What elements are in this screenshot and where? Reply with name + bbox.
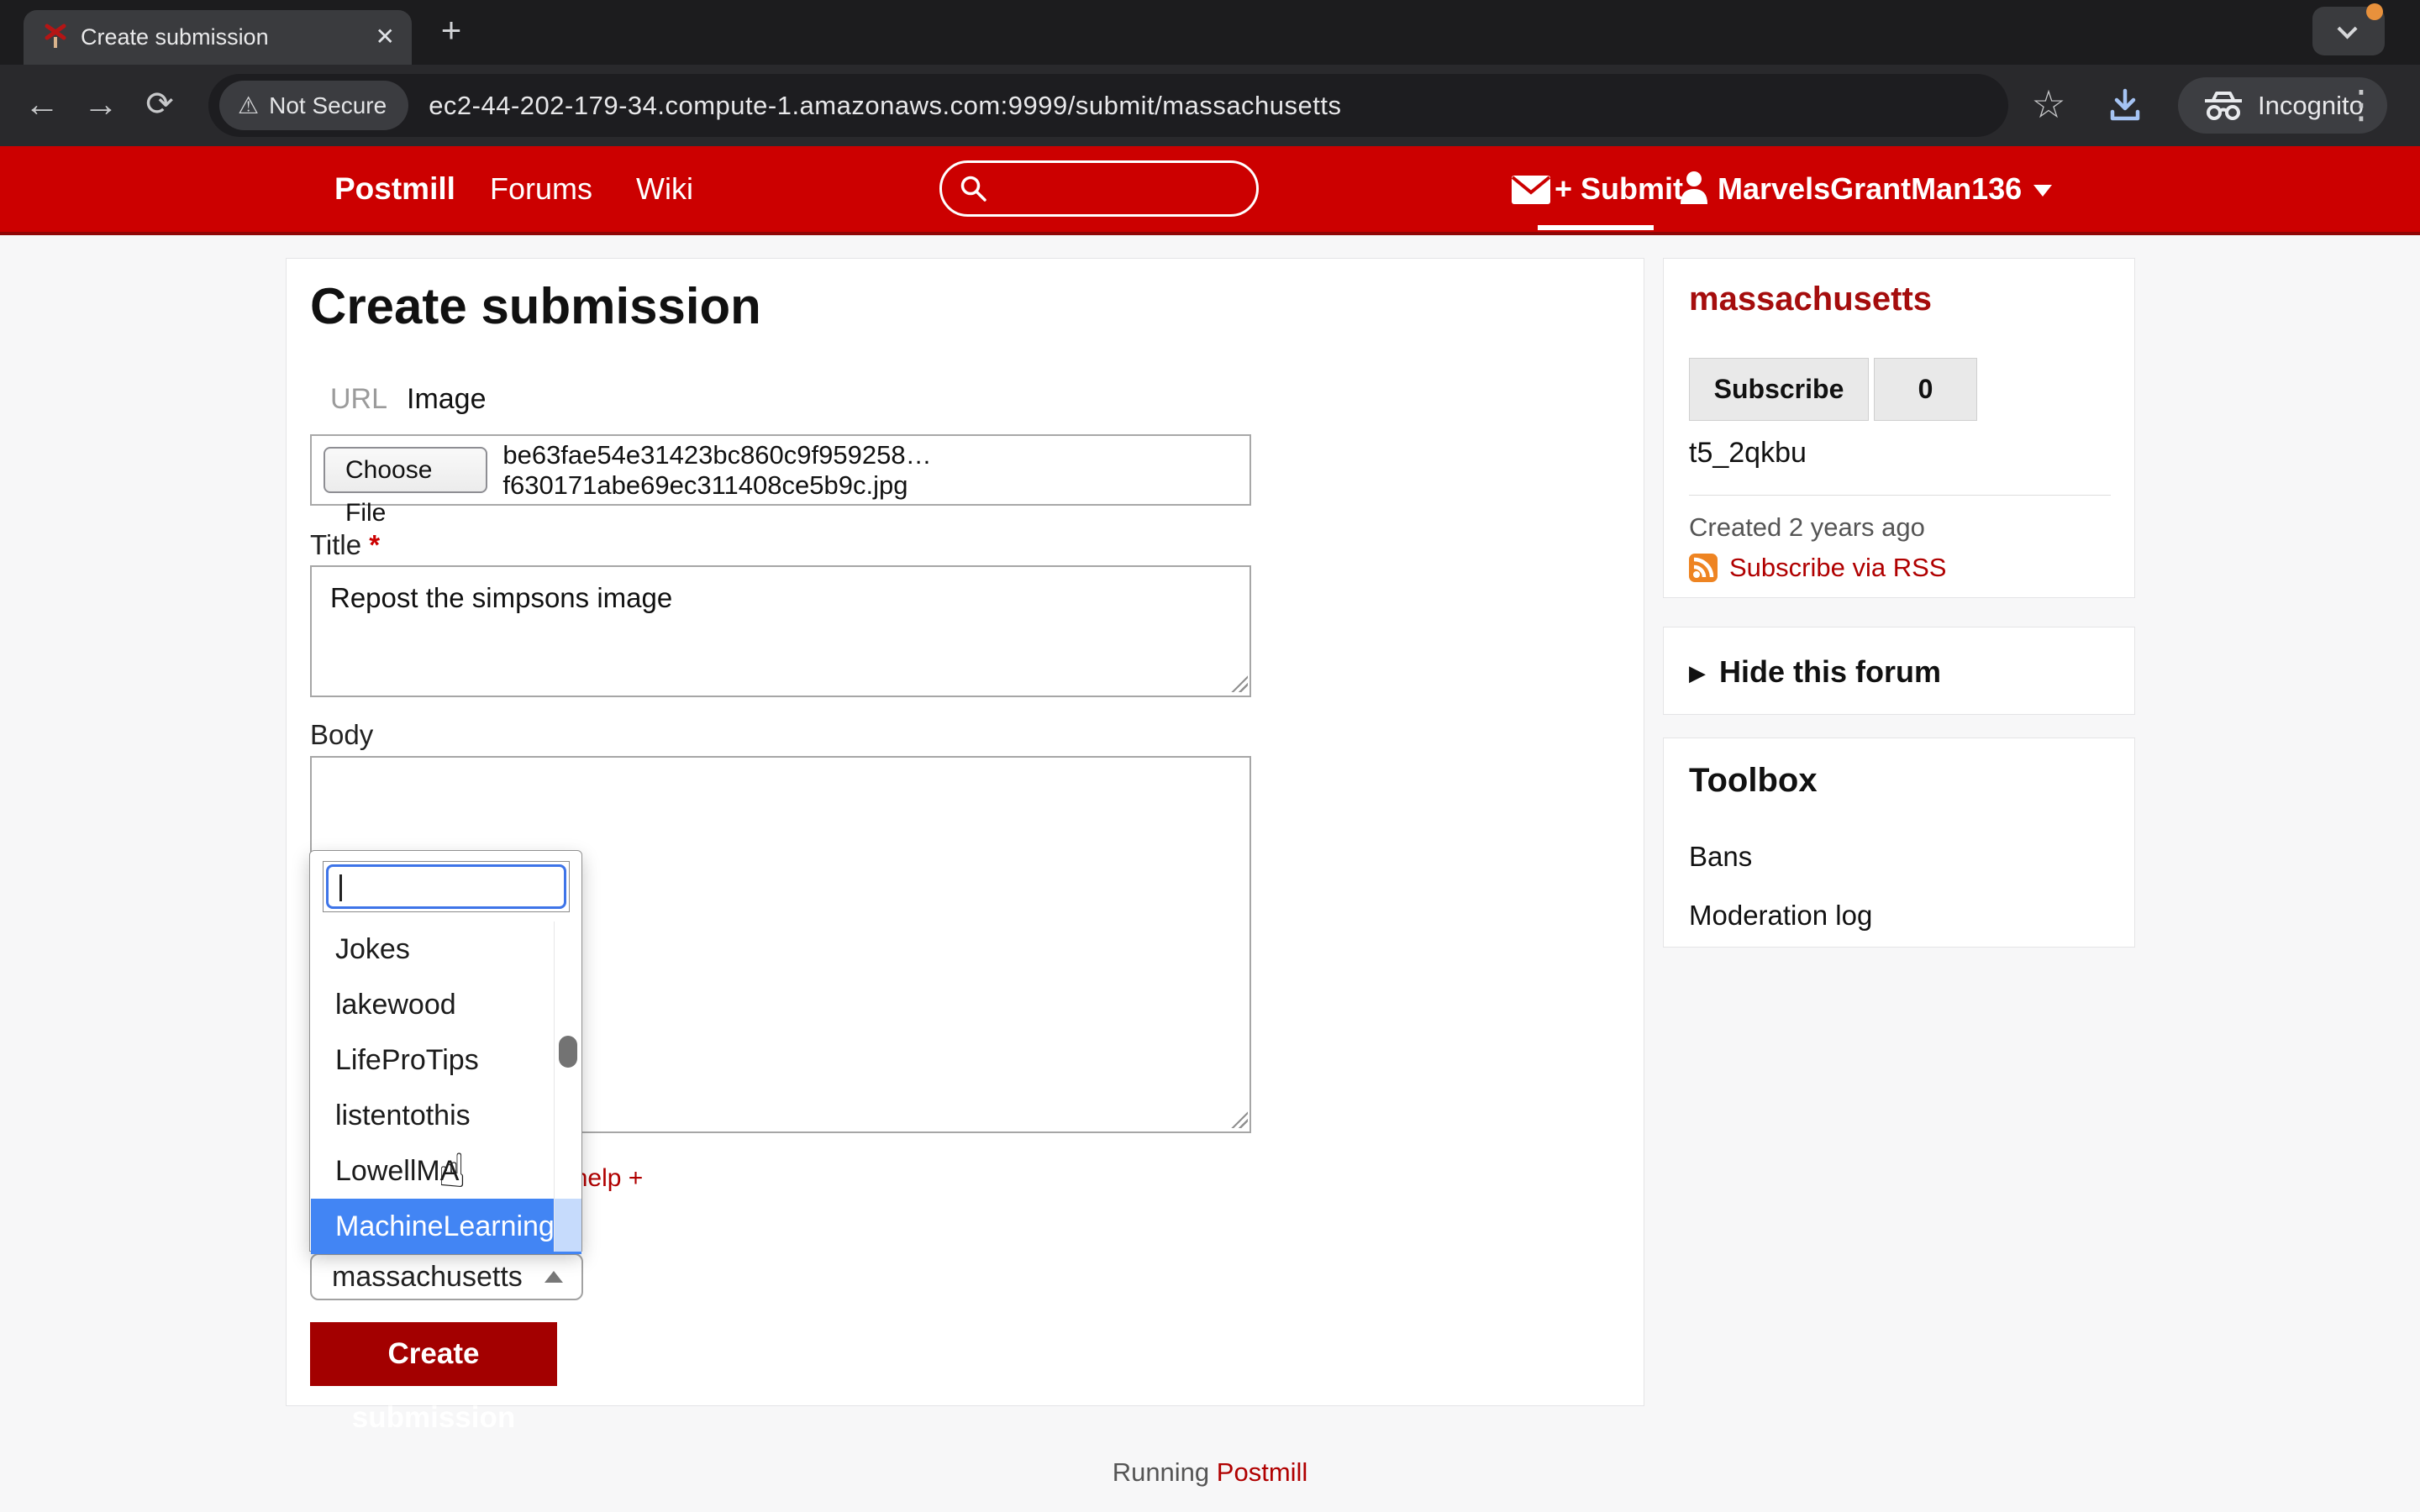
bookmark-star-icon[interactable]: ☆ <box>2023 65 2074 146</box>
username: MarvelsGrantMan136 <box>1718 171 2022 206</box>
choose-file-button[interactable]: Choose File <box>324 447 487 493</box>
submit-label: Submit <box>1581 171 1683 206</box>
caret-down-icon <box>2033 185 2052 197</box>
browser-tab-strip: Create submission ✕ + <box>0 0 2420 65</box>
footer-running: Running <box>1113 1457 1209 1487</box>
divider <box>1689 495 2111 496</box>
security-label: Not Secure <box>269 92 387 119</box>
image-file-input[interactable]: Choose File be63fae54e31423bc860c9f95925… <box>310 434 1251 506</box>
dropdown-search-field[interactable] <box>323 861 570 912</box>
title-textarea[interactable]: Repost the simpsons image <box>310 565 1251 697</box>
plus-icon: + <box>1555 171 1572 206</box>
site-navbar: Postmill Forums Wiki + Submit MarvelsGra… <box>0 146 2420 235</box>
dropdown-option[interactable]: listentothis <box>311 1088 581 1143</box>
rss-icon <box>1689 554 1718 582</box>
title-label: Title * <box>310 529 380 561</box>
chevron-down-icon <box>2337 18 2357 39</box>
tab-url[interactable]: URL <box>330 383 387 415</box>
resize-handle-icon[interactable] <box>1229 1110 1248 1128</box>
tab-close-icon[interactable]: ✕ <box>376 10 395 65</box>
new-tab-button[interactable]: + <box>426 7 476 57</box>
select-arrow-up-icon <box>544 1271 563 1283</box>
browser-tab[interactable]: Create submission ✕ <box>24 10 412 65</box>
forum-id: t5_2qkbu <box>1689 437 1807 470</box>
dropdown-option[interactable]: lakewood <box>311 977 581 1032</box>
dropdown-option[interactable]: Jokes <box>311 921 581 977</box>
text-caret <box>339 874 342 901</box>
nav-wiki-link[interactable]: Wiki <box>636 146 693 232</box>
dropdown-search-focus-ring <box>326 864 566 909</box>
subscribe-button[interactable]: Subscribe <box>1689 358 1869 421</box>
rss-label: Subscribe via RSS <box>1729 553 1946 583</box>
reload-icon[interactable]: ⟳ <box>134 65 185 146</box>
disclosure-triangle-icon: ▶ <box>1689 660 1706 685</box>
forum-created: Created 2 years ago <box>1689 512 1925 543</box>
toolbox-modlog-link[interactable]: Moderation log <box>1689 900 1872 932</box>
postmill-favicon-icon <box>42 24 69 50</box>
forward-icon[interactable]: → <box>76 65 126 146</box>
messages-envelope-icon[interactable] <box>1511 175 1551 205</box>
dropdown-option[interactable]: LifeProTips <box>311 1032 581 1088</box>
dropdown-scrollbar-thumb[interactable] <box>559 1036 577 1068</box>
active-nav-underline <box>1538 225 1654 230</box>
tab-title: Create submission <box>81 10 269 65</box>
forum-select[interactable]: massachusetts <box>310 1253 583 1300</box>
hide-forum-label: Hide this forum <box>1719 654 1941 689</box>
dropdown-option-list: Jokes lakewood LifeProTips listentothis … <box>311 921 581 1252</box>
notification-dot <box>2366 3 2383 20</box>
toolbox-card: Toolbox Bans Moderation log <box>1663 738 2135 948</box>
dropdown-option-highlighted[interactable]: MachineLearning <box>311 1199 581 1254</box>
security-chip[interactable]: ⚠ Not Secure <box>219 81 408 130</box>
toolbox-title: Toolbox <box>1689 762 1818 800</box>
tab-image[interactable]: Image <box>407 383 487 416</box>
submission-type-tabs: URL Image <box>330 383 387 416</box>
footer: Running Postmill <box>0 1457 2420 1488</box>
screen: Create submission ✕ + ← → ⟳ ⚠ Not Secure… <box>0 0 2420 1512</box>
create-submission-button[interactable]: Create submission <box>310 1322 557 1386</box>
site-search-input[interactable] <box>939 160 1259 217</box>
mouse-cursor-hand-icon: ☝ <box>438 1144 466 1199</box>
hide-forum-toggle[interactable]: ▶ Hide this forum <box>1689 627 1941 716</box>
body-label: Body <box>310 719 373 751</box>
selected-filename: be63fae54e31423bc860c9f959258…f630171abe… <box>502 440 1249 501</box>
forum-info-card: massachusetts Subscribe 0 t5_2qkbu Creat… <box>1663 258 2135 598</box>
download-icon[interactable] <box>2106 87 2144 125</box>
resize-handle-icon[interactable] <box>1229 674 1248 692</box>
hide-forum-card: ▶ Hide this forum <box>1663 627 2135 715</box>
warning-icon: ⚠ <box>238 92 259 119</box>
back-icon[interactable]: ← <box>17 65 67 146</box>
toolbox-bans-link[interactable]: Bans <box>1689 841 1752 873</box>
submit-nav-item[interactable]: + Submit <box>1555 146 1683 232</box>
browser-toolbar: ← → ⟳ ⚠ Not Secure ec2-44-202-179-34.com… <box>0 65 2420 146</box>
brand-link[interactable]: Postmill <box>334 146 455 232</box>
dropdown-scrollbar-track[interactable] <box>554 921 581 1252</box>
nav-forums-link[interactable]: Forums <box>490 146 592 232</box>
required-asterisk: * <box>369 529 380 560</box>
search-icon <box>959 174 989 204</box>
subscriber-count: 0 <box>1874 358 1977 421</box>
user-icon <box>1679 171 1709 204</box>
forum-name[interactable]: massachusetts <box>1689 281 1932 318</box>
menu-dots-icon[interactable]: ⋮ <box>2336 65 2386 146</box>
address-bar[interactable]: ⚠ Not Secure ec2-44-202-179-34.compute-1… <box>208 74 2008 137</box>
incognito-icon <box>2202 90 2245 122</box>
user-menu[interactable]: MarvelsGrantMan136 <box>1679 146 2052 232</box>
page-title: Create submission <box>310 277 761 335</box>
footer-postmill-link[interactable]: Postmill <box>1217 1457 1308 1487</box>
forum-select-value: massachusetts <box>332 1255 523 1299</box>
url-text: ec2-44-202-179-34.compute-1.amazonaws.co… <box>429 91 1341 121</box>
rss-link[interactable]: Subscribe via RSS <box>1689 553 1946 583</box>
